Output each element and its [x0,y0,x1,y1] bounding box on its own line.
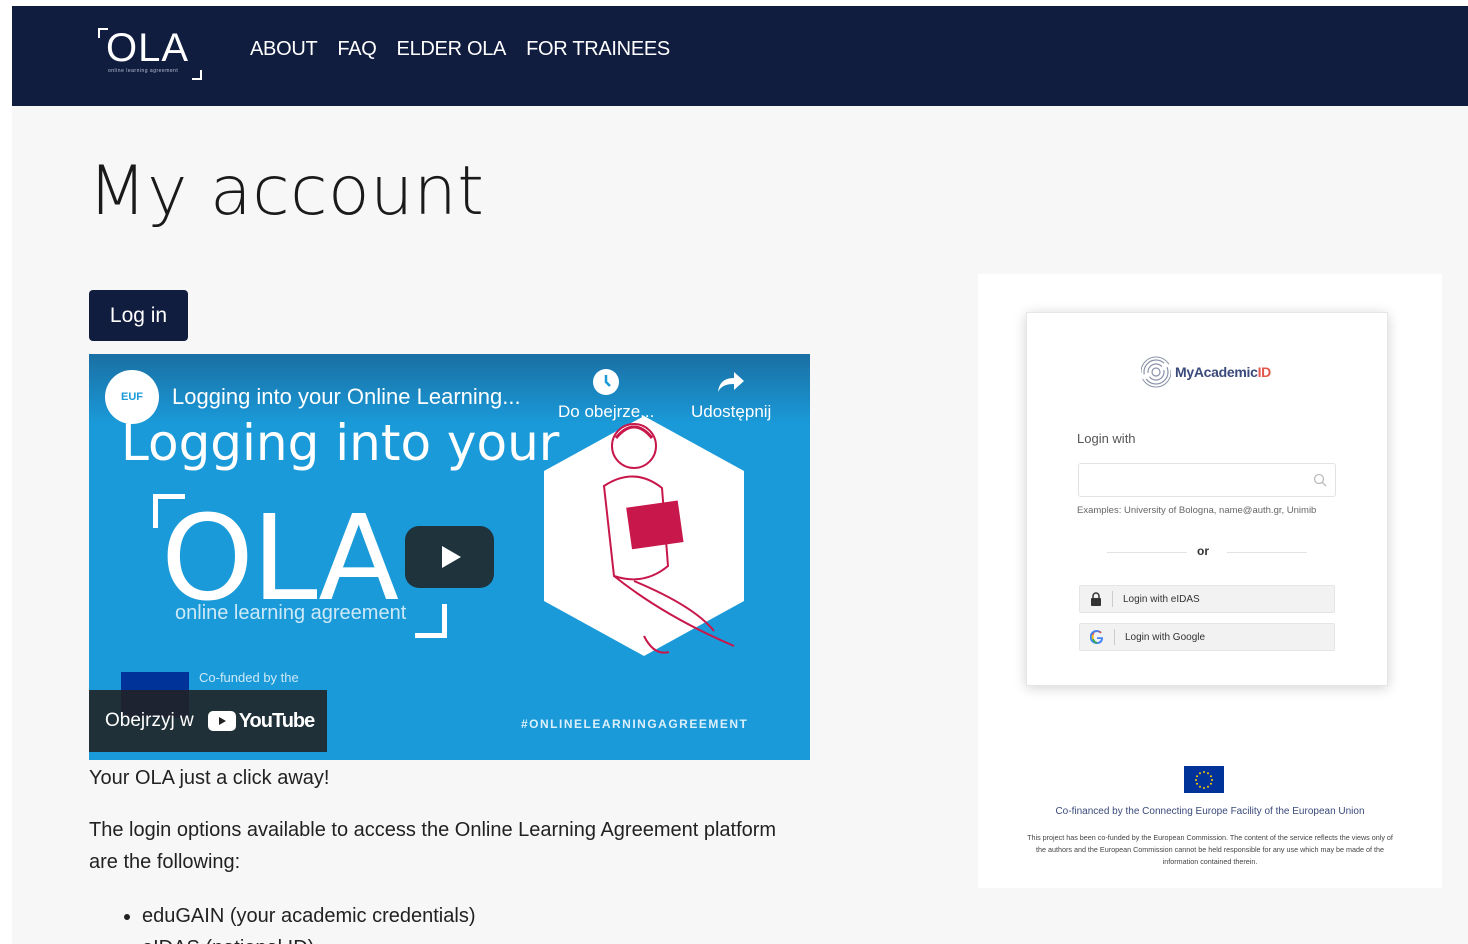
channel-avatar[interactable]: EUF [105,370,159,424]
watch-later-label: Do obejrze... [558,402,655,421]
ola-logo[interactable]: OLA online learning agreement [98,24,202,82]
youtube-play-icon [207,711,236,731]
google-label: Login with Google [1125,631,1206,643]
page-title: My account [88,152,485,231]
nav-faq[interactable]: FAQ [337,38,376,61]
myacademicid-wordmark: MyAcademicID [1175,364,1271,380]
myacademicid-logo: MyAcademicID [1141,355,1271,389]
eidas-label: Login with eIDAS [1123,593,1200,605]
intro-text: The login options available to access th… [89,819,777,873]
youtube-video-embed[interactable]: Logging into your OLA online learning ag… [89,354,810,760]
student-illustration [544,416,744,656]
nav-elder-ola[interactable]: ELDER OLA [397,38,507,61]
log-in-button[interactable]: Log in [89,290,188,341]
fingerprint-icon [1141,356,1171,388]
cofinanced-text: Co-financed by the Connecting Europe Fac… [1055,806,1365,817]
login-with-eidas-button[interactable]: Login with eIDAS [1079,585,1335,613]
watch-on-label: Obejrzyj w [105,710,194,731]
main-nav: ABOUT FAQ ELDER OLA FOR TRAINEES [250,38,670,61]
logo-subtitle: online learning agreement [108,68,179,74]
clock-icon [593,369,620,395]
watch-later-button[interactable]: Do obejrze... [558,368,654,422]
list-item: eduGAIN (your academic credentials) [142,900,475,932]
google-icon [1090,630,1104,644]
disclaimer-text: This project has been co-funded by the E… [1027,833,1393,866]
logo-text: OLA [106,26,190,70]
myacademicid-login-card: MyAcademicID Login with Examples: Univer… [1026,312,1388,686]
video-title[interactable]: Logging into your Online Learning... [172,384,521,410]
video-cofunded-text: Co-funded by the [199,670,299,685]
youtube-logo: YouTube [207,709,316,733]
lock-icon [1091,592,1101,606]
video-ola-tagline: online learning agreement [175,602,407,624]
or-label: or [1197,544,1209,558]
nav-about[interactable]: ABOUT [250,38,318,61]
logo-bracket-bottom [192,70,202,80]
or-divider: or [1107,544,1307,559]
search-examples-hint: Examples: University of Bologna, name@au… [1077,505,1317,516]
eu-flag-icon [1184,766,1224,793]
video-headline: Logging into your [121,414,560,472]
top-navbar: OLA online learning agreement ABOUT FAQ … [12,6,1468,106]
login-with-google-button[interactable]: Login with Google [1079,623,1335,651]
list-item: eIDAS (national ID) [142,932,475,944]
share-icon [718,372,745,392]
watch-on-youtube-button[interactable]: Obejrzyj w YouTube [89,690,327,752]
play-button[interactable] [405,526,494,588]
nav-for-trainees[interactable]: FOR TRAINEES [526,38,670,61]
play-icon [441,546,461,568]
login-with-label: Login with [1077,431,1136,446]
page: OLA online learning agreement ABOUT FAQ … [12,6,1468,944]
institution-search-input[interactable] [1078,463,1336,497]
ola-bracket-bottom [415,604,447,638]
login-options-list: eduGAIN (your academic credentials) eIDA… [142,900,475,944]
youtube-wordmark: YouTube [238,709,316,732]
share-label: Udostępnij [691,402,772,421]
tagline-text: Your OLA just a click away! [89,767,330,789]
search-icon [1313,473,1327,487]
share-button[interactable]: Udostępnij [691,368,771,422]
video-hashtag: #ONLINELEARNINGAGREEMENT [521,717,749,731]
